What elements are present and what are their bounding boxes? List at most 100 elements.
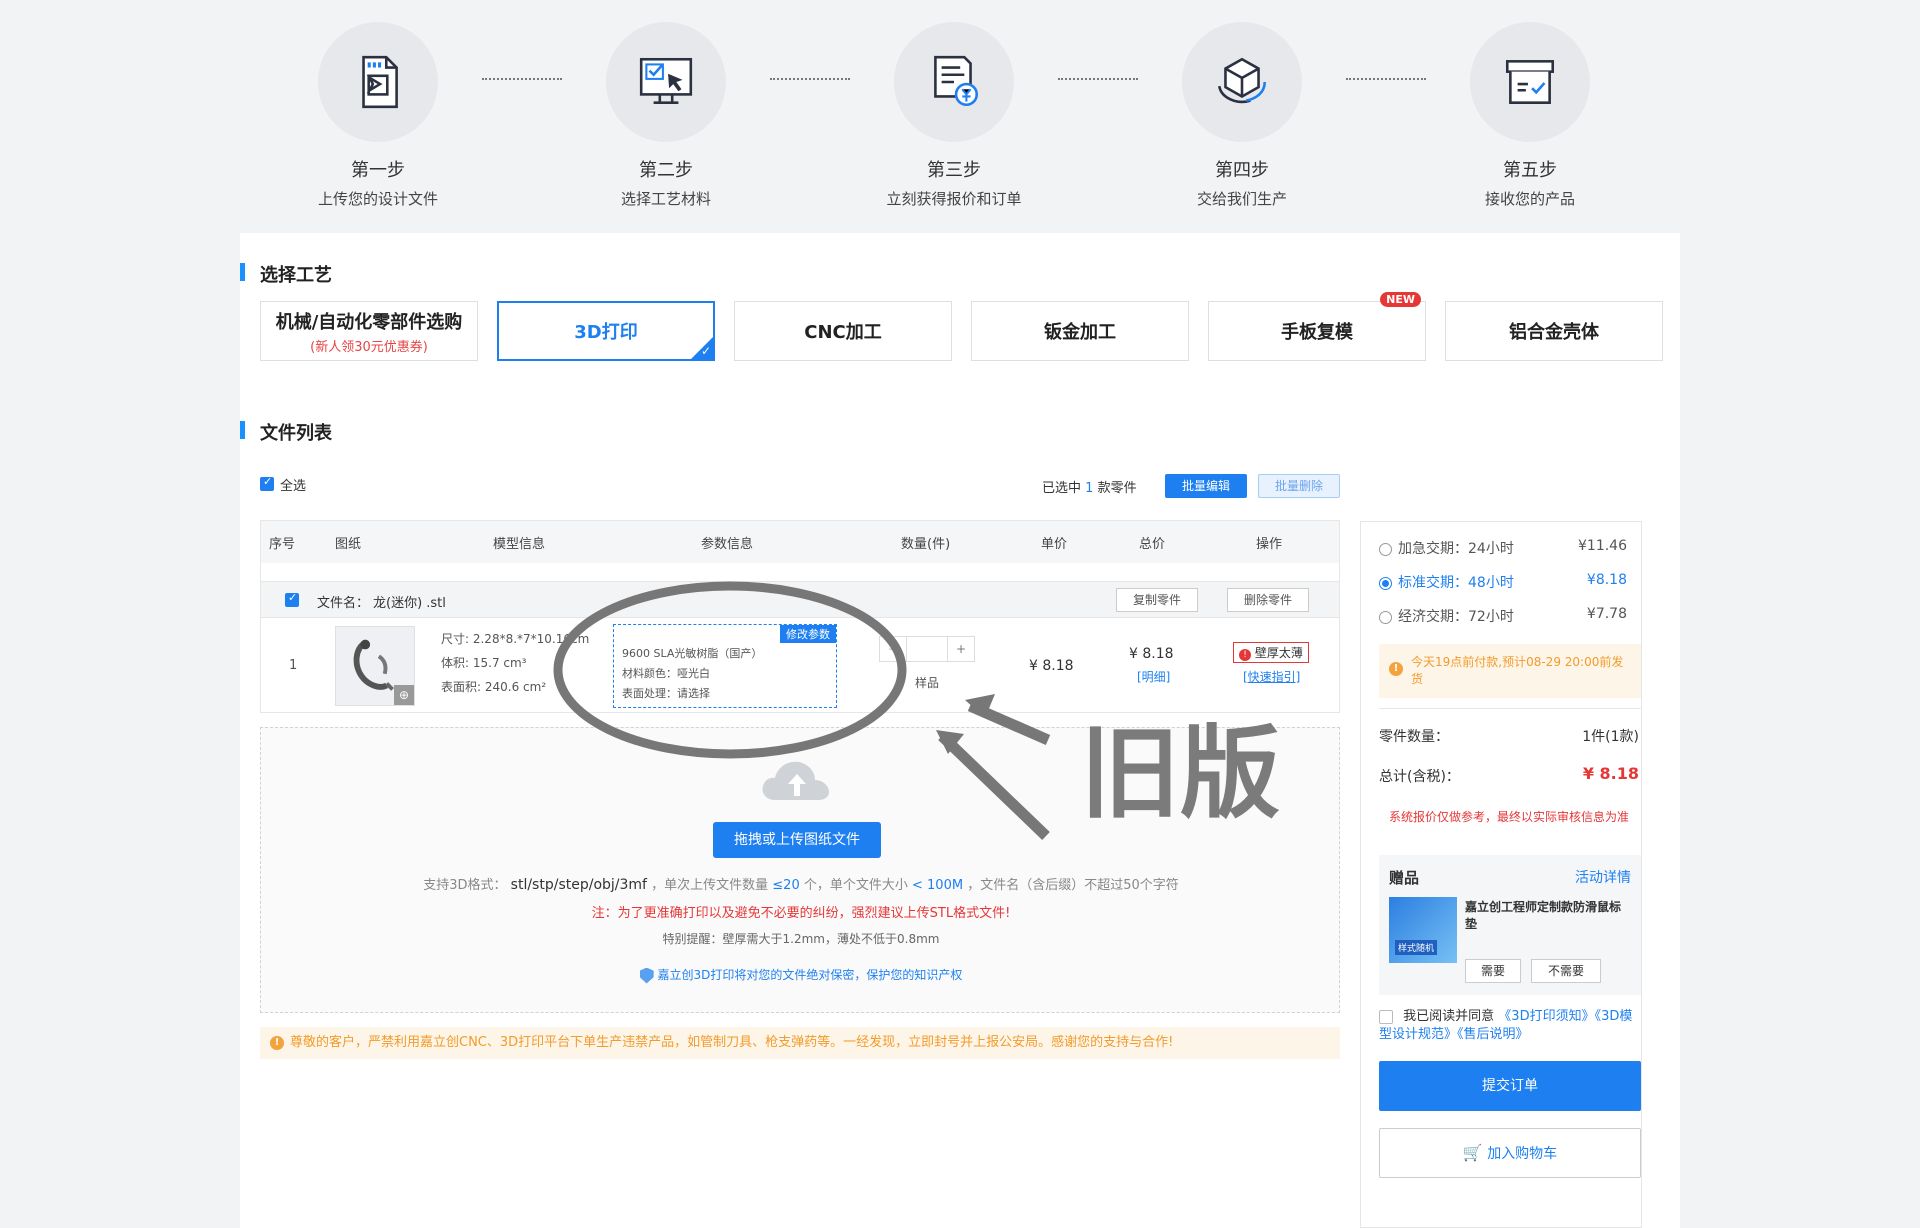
delivery-radio[interactable] bbox=[1379, 542, 1392, 556]
file-name: 龙(迷你) .stl bbox=[373, 596, 446, 611]
cart-icon: 🛒 bbox=[1462, 1143, 1483, 1162]
delete-part-button[interactable]: 删除零件 bbox=[1227, 588, 1310, 612]
gift-title: 赠品 bbox=[1389, 869, 1420, 887]
step-title: 第三步 bbox=[927, 160, 981, 181]
delivery-box-icon bbox=[1470, 22, 1590, 142]
step-title: 第一步 bbox=[351, 160, 405, 181]
warning-icon: ! bbox=[1389, 662, 1403, 676]
col-drawing: 图纸 bbox=[335, 536, 362, 552]
delivery-note: ! 今天19点前付款,预计08-29 20:00前发货 bbox=[1379, 644, 1641, 698]
step-title: 第二步 bbox=[639, 160, 693, 181]
process-label: CNC加工 bbox=[804, 322, 882, 343]
delivery-option-urgent[interactable]: 加急交期：24小时 ¥11.46 bbox=[1379, 538, 1641, 558]
step-desc: 选择工艺材料 bbox=[620, 190, 711, 208]
col-quantity: 数量(件) bbox=[901, 536, 951, 552]
process-steps: 第一步 上传您的设计文件 第二步 选择工艺材料 第三步 立刻获得报价和订单 第四… bbox=[0, 0, 1920, 230]
quick-guide-link[interactable]: [快速指引] bbox=[1243, 668, 1300, 685]
batch-edit-button[interactable]: 批量编辑 bbox=[1165, 474, 1248, 498]
process-aluminum-case[interactable]: 铝合金壳体 bbox=[1445, 301, 1663, 361]
order-summary-panel: 加急交期：24小时 ¥11.46 标准交期：48小时 ¥8.18 经济交期：72… bbox=[1360, 521, 1642, 1228]
file-checkbox[interactable] bbox=[285, 591, 299, 607]
upload-file-icon bbox=[318, 22, 438, 142]
section-title-process: 选择工艺 bbox=[240, 261, 332, 287]
process-mechanical[interactable]: 机械/自动化零部件选购 (新人领30元优惠券) bbox=[260, 301, 478, 361]
file-table: 序号 图纸 模型信息 参数信息 数量(件) 单价 总价 操作 文件名： 龙(迷你… bbox=[260, 520, 1340, 713]
select-all-checkbox[interactable] bbox=[260, 475, 274, 491]
gift-details-link[interactable]: 活动详情 bbox=[1575, 867, 1631, 887]
col-params: 参数信息 bbox=[701, 536, 754, 552]
add-to-cart-button[interactable]: 🛒 加入购物车 bbox=[1379, 1128, 1641, 1178]
gift-image: 样式随机 bbox=[1389, 897, 1457, 963]
quantity-input[interactable] bbox=[907, 636, 947, 662]
model-thumbnail[interactable]: ⊕ bbox=[335, 626, 415, 706]
gift-need-button[interactable]: 需要 bbox=[1465, 959, 1521, 983]
file-toolbar: 全选 已选中 1 款零件 批量编辑 批量删除 bbox=[260, 469, 1340, 499]
quantity-label: 样品 bbox=[915, 676, 940, 690]
old-version-label: 旧版 bbox=[1080, 715, 1280, 832]
cube-production-icon bbox=[1182, 22, 1302, 142]
legal-warning-bar: ! 尊敬的客户，严禁利用嘉立创CNC、3D打印平台下单生产违禁产品，如管制刀具、… bbox=[260, 1027, 1340, 1059]
step-desc: 立刻获得报价和订单 bbox=[886, 190, 1022, 208]
delivery-option-standard[interactable]: 标准交期：48小时 ¥8.18 bbox=[1379, 572, 1641, 592]
step-4: 第四步 交给我们生产 bbox=[1152, 22, 1332, 209]
file-name-label: 文件名： bbox=[317, 596, 370, 611]
batch-delete-button[interactable]: 批量删除 bbox=[1258, 474, 1340, 498]
total-label: 总计(含税)： bbox=[1379, 769, 1460, 785]
upload-tip: 特别提醒：壁厚需大于1.2mm，薄处不低于0.8mm bbox=[662, 932, 940, 946]
col-actions: 操作 bbox=[1256, 536, 1283, 552]
detail-link[interactable]: [明细] bbox=[1137, 668, 1170, 685]
param-material: 9600 SLA光敏树脂（国产） bbox=[622, 647, 763, 660]
increment-button[interactable]: + bbox=[947, 636, 975, 662]
parts-value: 1件(1款) bbox=[1582, 729, 1639, 745]
warning-icon: ! bbox=[1239, 649, 1251, 661]
step-3: 第三步 立刻获得报价和订单 bbox=[864, 22, 1044, 209]
quote-document-icon bbox=[894, 22, 1014, 142]
param-color: 材料颜色：哑光白 bbox=[622, 667, 710, 680]
quantity-stepper[interactable]: − + bbox=[879, 636, 979, 662]
model-volume: 体积: 15.7 cm³ bbox=[441, 656, 527, 670]
process-cnc[interactable]: CNC加工 bbox=[734, 301, 952, 361]
upload-formats: 支持3D格式： stl/stp/step/obj/3mf ，单次上传文件数量 ≤… bbox=[423, 877, 1179, 893]
upload-button[interactable]: 拖拽或上传图纸文件 bbox=[713, 822, 881, 858]
check-icon: ✓ bbox=[700, 344, 711, 358]
process-3d-print[interactable]: 3D打印 ✓ bbox=[497, 301, 715, 361]
file-group-header: 文件名： 龙(迷你) .stl 复制零件 删除零件 bbox=[261, 581, 1339, 617]
step-2: 第二步 选择工艺材料 bbox=[576, 22, 756, 209]
modify-params-button[interactable]: 修改参数 bbox=[780, 625, 836, 643]
selected-count: 1 bbox=[1085, 481, 1094, 496]
agree-checkbox[interactable] bbox=[1379, 1009, 1393, 1024]
step-desc: 上传您的设计文件 bbox=[317, 190, 438, 208]
decrement-button[interactable]: − bbox=[879, 636, 907, 662]
wall-thin-warning: ! 壁厚太薄 bbox=[1233, 642, 1309, 663]
process-label: 3D打印 bbox=[574, 322, 638, 343]
process-prototype[interactable]: 手板复模 NEW bbox=[1208, 292, 1426, 361]
process-sheet-metal[interactable]: 钣金加工 bbox=[971, 301, 1189, 361]
param-box[interactable]: 修改参数 9600 SLA光敏树脂（国产） 材料颜色：哑光白 表面处理：请选择 bbox=[613, 624, 837, 708]
col-unit-price: 单价 bbox=[1041, 536, 1068, 552]
zoom-icon[interactable]: ⊕ bbox=[394, 685, 414, 705]
process-coupon: (新人领30元优惠券) bbox=[310, 339, 428, 355]
delivery-radio[interactable] bbox=[1379, 610, 1392, 624]
process-label: 钣金加工 bbox=[1044, 322, 1116, 343]
model-size: 尺寸: 2.28*8.*7*10.16cm bbox=[441, 632, 590, 646]
process-label: 手板复模 bbox=[1281, 322, 1353, 343]
price-disclaimer: 系统报价仅做参考，最终以实际审核信息为准 bbox=[1389, 810, 1630, 824]
gift-decline-button[interactable]: 不需要 bbox=[1531, 959, 1601, 983]
total-value: ¥ 8.18 bbox=[1582, 764, 1639, 783]
model-area: 表面积: 240.6 cm² bbox=[441, 680, 547, 694]
step-divider bbox=[770, 78, 850, 80]
delivery-radio[interactable] bbox=[1379, 576, 1392, 590]
step-title: 第四步 bbox=[1215, 160, 1269, 181]
step-1: 第一步 上传您的设计文件 bbox=[288, 22, 468, 209]
step-desc: 接收您的产品 bbox=[1484, 190, 1575, 208]
process-label: 铝合金壳体 bbox=[1509, 322, 1599, 343]
gift-box: 赠品 活动详情 样式随机 嘉立创工程师定制款防滑鼠标垫 需要 不需要 bbox=[1379, 855, 1641, 995]
cloud-upload-icon bbox=[762, 761, 829, 800]
submit-order-button[interactable]: 提交订单 bbox=[1379, 1061, 1641, 1111]
delivery-option-economy[interactable]: 经济交期：72小时 ¥7.78 bbox=[1379, 606, 1641, 626]
delivery-price: ¥7.78 bbox=[1586, 606, 1627, 622]
monitor-select-icon bbox=[606, 22, 726, 142]
step-5: 第五步 接收您的产品 bbox=[1440, 22, 1620, 209]
gift-image-label: 样式随机 bbox=[1395, 940, 1438, 955]
copy-part-button[interactable]: 复制零件 bbox=[1116, 588, 1199, 612]
